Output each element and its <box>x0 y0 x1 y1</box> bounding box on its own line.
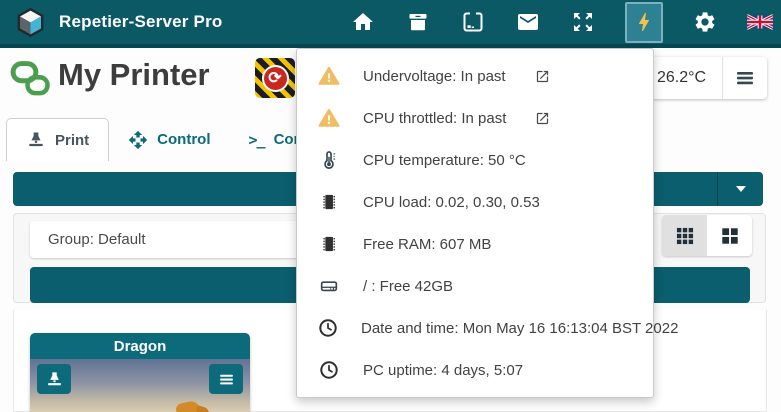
cpu-chip-icon <box>317 191 341 213</box>
hard-drive-icon <box>317 275 341 297</box>
health-row: CPU temperature: 50 °C <box>297 139 653 181</box>
health-row-label: Free RAM: 607 MB <box>363 236 491 253</box>
print-tab-icon <box>26 130 46 150</box>
chevron-down-icon <box>736 186 746 192</box>
tab-control[interactable]: Control <box>109 118 229 161</box>
clock-icon <box>317 359 341 381</box>
clock-icon <box>317 317 339 339</box>
thermometer-icon <box>317 149 341 171</box>
health-row-label: / : Free 42GB <box>363 278 453 295</box>
health-row-label: Date and time: Mon May 16 16:13:04 BST 2… <box>361 320 678 337</box>
control-move-icon <box>128 130 148 150</box>
navbar-icon-group <box>350 0 773 44</box>
tab-print[interactable]: Print <box>6 118 109 161</box>
fullscreen-icon[interactable] <box>570 2 596 42</box>
printer-card-dragon[interactable]: Dragon <box>30 333 250 412</box>
health-row-label: CPU throttled: In past <box>363 110 506 127</box>
connection-link-icon[interactable] <box>9 56 53 100</box>
repetier-server-app: Repetier-Server Pro My Printer ⟳ 26.2°C <box>0 0 781 412</box>
printer-card-title: Dragon <box>30 333 250 359</box>
app-title: Repetier-Server Pro <box>59 12 222 32</box>
health-row-label: Undervoltage: In past <box>363 68 506 85</box>
health-row[interactable]: CPU throttled: In past <box>297 97 653 139</box>
health-row: Date and time: Mon May 16 16:13:04 BST 2… <box>297 307 653 349</box>
console-prompt-icon: >_ <box>249 131 265 149</box>
archive-icon[interactable] <box>405 2 431 42</box>
warning-icon <box>317 107 341 129</box>
emergency-stop-button[interactable]: ⟳ <box>255 58 295 98</box>
health-row: CPU load: 0.02, 0.30, 0.53 <box>297 181 653 223</box>
health-row-label: CPU temperature: 50 °C <box>363 152 526 169</box>
printer-card-print-button[interactable] <box>37 364 71 394</box>
external-link-icon[interactable] <box>535 69 550 84</box>
top-navbar: Repetier-Server Pro <box>0 0 781 48</box>
messages-icon[interactable] <box>515 2 541 42</box>
view-toggle-group <box>662 215 752 256</box>
printer-name-title: My Printer <box>58 57 210 93</box>
warning-icon <box>317 65 341 87</box>
accordion-expand-zone[interactable] <box>717 172 763 206</box>
printers-icon[interactable] <box>460 2 486 42</box>
repetier-logo-icon <box>14 6 47 39</box>
health-row-label: CPU load: 0.02, 0.30, 0.53 <box>363 194 540 211</box>
emergency-stop-icon: ⟳ <box>262 65 289 92</box>
printer-card-preview-image <box>30 359 250 412</box>
health-row: Free RAM: 607 MB <box>297 223 653 265</box>
printer-card-menu-button[interactable] <box>209 364 243 394</box>
system-health-dropdown: Undervoltage: In past CPU throttled: In p… <box>296 48 654 398</box>
temperature-value: 26.2°C <box>657 69 706 87</box>
settings-gear-icon[interactable] <box>692 2 718 42</box>
external-link-icon[interactable] <box>535 111 550 126</box>
app-logo[interactable]: Repetier-Server Pro <box>14 0 222 44</box>
printer-menu-button[interactable] <box>723 57 767 99</box>
tab-label: Print <box>55 132 89 149</box>
language-flag-icon[interactable] <box>747 2 773 42</box>
health-row[interactable]: Undervoltage: In past <box>297 55 653 97</box>
home-icon[interactable] <box>350 2 376 42</box>
power-status-icon[interactable] <box>625 2 663 43</box>
grid-view-small-button[interactable] <box>662 215 707 256</box>
tab-label: Control <box>157 131 210 148</box>
health-row: / : Free 42GB <box>297 265 653 307</box>
health-row: PC uptime: 4 days, 5:07 <box>297 349 653 391</box>
health-row-label: PC uptime: 4 days, 5:07 <box>363 362 523 379</box>
dragon-model-image <box>195 405 211 412</box>
cpu-chip-icon <box>317 233 341 255</box>
grid-view-large-button[interactable] <box>707 215 752 256</box>
group-select-value: Group: Default <box>48 231 146 248</box>
